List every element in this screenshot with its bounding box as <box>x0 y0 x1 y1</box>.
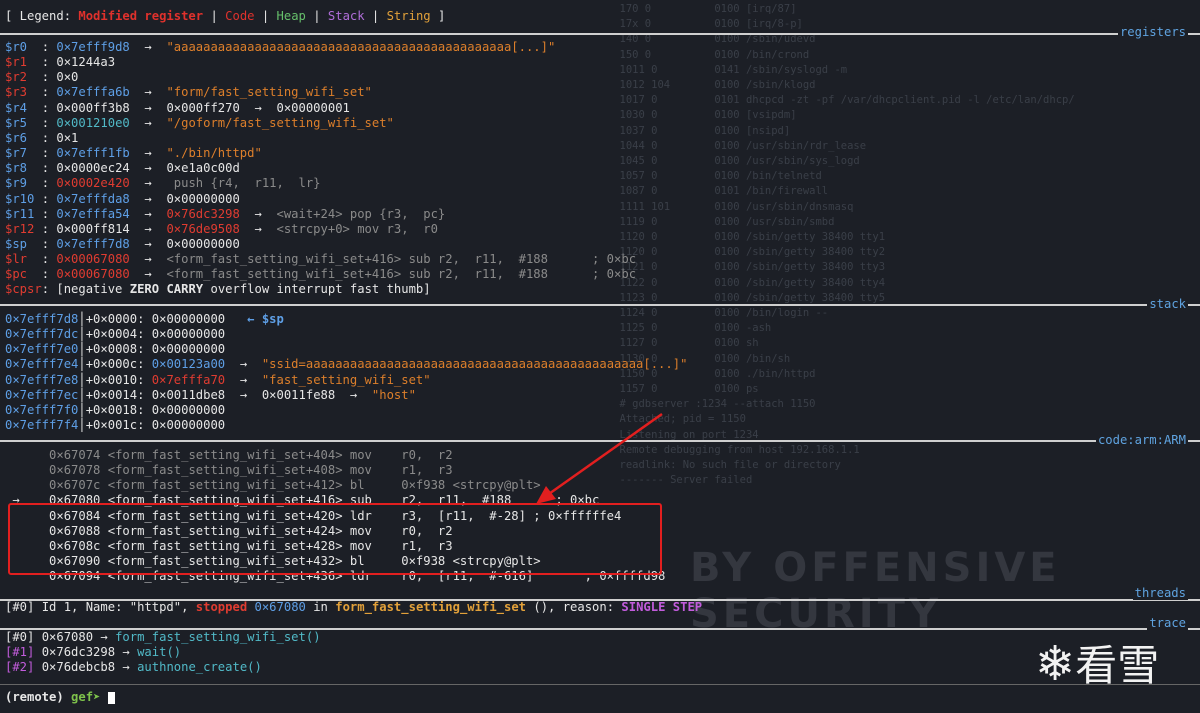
trace-row: [#0] 0×67080 → form_fast_setting_wifi_se… <box>5 630 321 645</box>
trace-function: authnone_create() <box>137 660 262 675</box>
trace-row: [#1] 0×76dc3298 → wait() <box>5 645 181 660</box>
trace-address: 0×76dc3298 → <box>34 645 138 660</box>
kanxue-logo: ❄看雪 <box>1035 636 1160 692</box>
trace-function: wait() <box>137 645 182 660</box>
trace-address: 0×67080 → <box>34 630 116 644</box>
trace-frame-id: [#2] <box>5 660 35 675</box>
trace-frame-id: [#1] <box>5 645 35 660</box>
thread-reason: SINGLE STEP <box>621 600 703 614</box>
trace-address: 0×76debcb8 → <box>34 660 138 675</box>
text-cursor <box>107 691 115 704</box>
snowflake-icon: ❄ <box>1035 636 1076 692</box>
thread-line: [#0] Id 1, Name: "httpd", stopped 0×6708… <box>5 600 703 614</box>
trace-frame-id: [#0] <box>5 630 35 644</box>
thread-function: form_fast_setting_wifi_set <box>335 600 527 614</box>
thread-status: stopped <box>195 600 248 614</box>
trace-section-label: trace <box>1147 616 1188 630</box>
trace-function: form_fast_setting_wifi_set() <box>115 630 321 644</box>
trace-row: [#2] 0×76debcb8 → authnone_create() <box>5 660 262 675</box>
gdb-prompt[interactable]: (remote) gef➤ <box>5 690 115 705</box>
prompt-separator <box>0 684 1200 685</box>
threads-section-label: threads <box>1132 586 1188 600</box>
